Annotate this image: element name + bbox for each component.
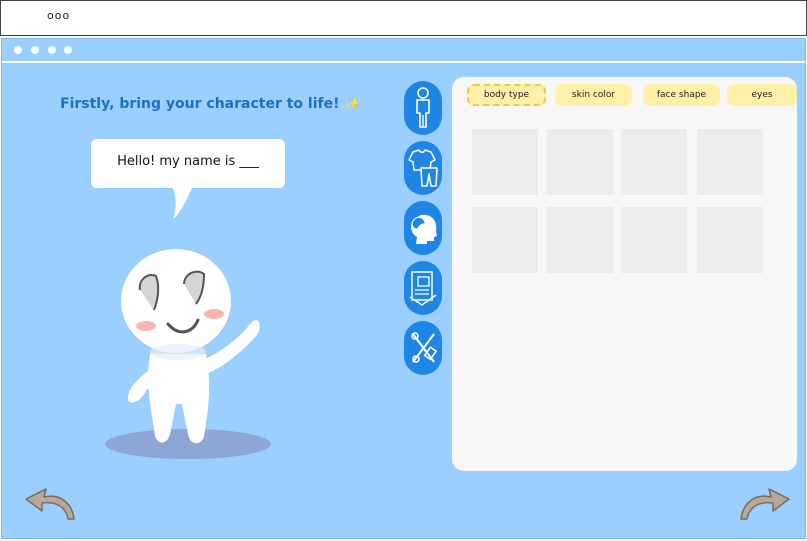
app-title: ooo [47,9,71,22]
option-tile[interactable] [472,129,538,195]
option-tile[interactable] [697,207,763,273]
redo-arrow-icon[interactable] [735,483,793,523]
category-body-button[interactable] [404,81,442,135]
body-icon [416,87,430,128]
character-avatar [105,249,271,459]
window-header [2,39,805,63]
tools-icon [411,332,438,363]
speech-bubble: Hello! my name is ___ [91,139,285,188]
app-window: Firstly, bring your character to life! ✨… [1,38,806,539]
speech-bubble-text: Hello! my name is ___ [117,154,259,169]
character-head [121,249,231,353]
undo-arrow-icon[interactable] [22,483,80,523]
window-dot [48,46,56,54]
speech-bubble-tail [171,185,193,219]
document-icon [409,271,437,306]
option-tile[interactable] [621,129,687,195]
option-tile[interactable] [547,207,613,273]
head-icon [411,214,437,244]
tab-eyes[interactable]: eyes [727,84,797,106]
window-dot [14,46,22,54]
options-panel: body type skin color face shape eyes [452,77,797,471]
category-documents-button[interactable] [404,261,442,315]
headline-text: Firstly, bring your character to life! [60,96,340,112]
option-tile[interactable] [472,207,538,273]
tab-skin-color[interactable]: skin color [555,84,632,106]
option-tile[interactable] [621,207,687,273]
category-clothes-button[interactable] [404,141,442,195]
browser-bar: ooo [0,0,807,36]
option-tile[interactable] [547,129,613,195]
option-tile[interactable] [697,129,763,195]
page-headline: Firstly, bring your character to life! ✨ [60,96,361,112]
category-head-button[interactable] [404,201,442,255]
window-dot [31,46,39,54]
window-dot [64,46,72,54]
category-tools-button[interactable] [404,321,442,375]
tab-body-type[interactable]: body type [467,84,546,106]
character-right-blush [204,309,224,319]
clothing-icon [408,149,438,187]
character-neck-shade [150,344,206,360]
character-left-blush [136,321,156,331]
tab-face-shape[interactable]: face shape [643,84,720,106]
sparkle-icon: ✨ [344,97,361,112]
